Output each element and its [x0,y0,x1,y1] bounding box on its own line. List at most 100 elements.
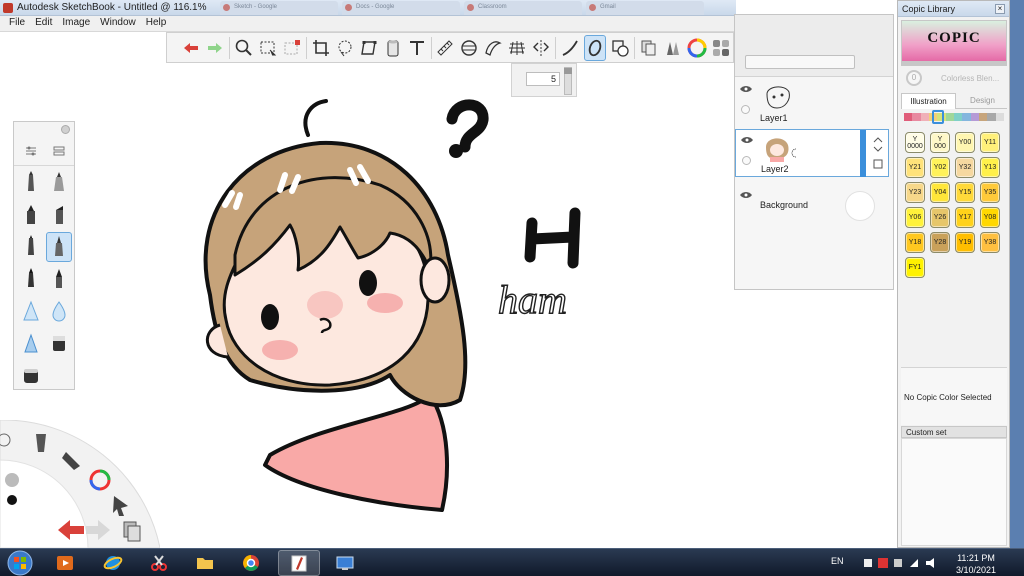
copy-icon[interactable] [637,33,661,62]
browser-tab[interactable]: Gmail [586,1,704,15]
eye-icon[interactable] [740,191,752,199]
browser-tab[interactable]: Classroom [464,1,582,15]
brush-opacity-puck-icon[interactable] [7,495,17,505]
tab-illustration[interactable]: Illustration [901,93,956,109]
brush-size-slider[interactable] [564,67,572,95]
copic-swatch[interactable]: Y06 [905,207,925,228]
copic-swatch[interactable]: Y15 [955,182,975,203]
color-family-chip[interactable] [920,113,929,121]
custom-set-header[interactable]: Custom set [901,426,1007,438]
snipping-tool-icon[interactable] [138,550,180,576]
color-family-chip[interactable] [970,113,979,121]
browser-tab[interactable]: Sketch - Google [220,1,338,15]
brush-properties-icon[interactable] [24,144,38,158]
fine-pencil-brush-icon[interactable] [46,168,72,198]
lasso-icon[interactable] [333,33,357,62]
inking-pen-brush-icon[interactable] [18,232,44,262]
copic-swatch[interactable]: Y02 [930,157,950,178]
brush-pen-icon[interactable] [18,264,44,294]
layer-select-radio[interactable] [742,156,751,165]
brush-library-icon[interactable] [52,144,66,158]
pencil-brush-icon[interactable] [18,168,44,198]
blend-mode-select[interactable] [745,55,855,69]
marker-brush-icon[interactable] [18,200,44,230]
color-family-chip[interactable] [978,113,988,121]
bucket-icon[interactable] [381,33,405,62]
crop-icon[interactable] [309,33,333,62]
color-family-chip[interactable] [962,113,971,121]
drawing-canvas[interactable]: ham [180,95,620,515]
copic-swatch[interactable]: Y18 [905,232,925,253]
layer-menu-icon[interactable] [872,134,884,174]
copic-swatch[interactable]: Y11 [980,132,1000,153]
close-icon[interactable] [61,125,70,134]
nib-pen-brush-icon[interactable] [46,264,72,294]
color-family-chip[interactable] [995,113,1004,121]
media-player-icon[interactable] [44,550,86,576]
stroke-icon[interactable] [558,33,582,62]
color-family-chip[interactable] [945,113,954,121]
remote-desktop-icon[interactable] [324,550,366,576]
layer-blend-icon[interactable] [608,33,632,62]
color-family-chip[interactable] [953,113,963,121]
tray-icons[interactable] [864,557,954,569]
airbrush-icon[interactable] [18,296,44,326]
soft-airbrush-icon[interactable] [18,328,44,358]
chrome-icon[interactable] [230,550,272,576]
color-wheel-icon[interactable] [685,33,709,62]
color-family-chip[interactable] [987,113,996,121]
internet-explorer-icon[interactable] [92,550,134,576]
color-family-chip[interactable] [904,113,913,121]
eye-icon[interactable] [740,85,752,93]
water-drop-brush-icon[interactable] [46,296,72,326]
copic-swatch[interactable]: Y 0000 [905,132,925,153]
eraser-brush-icon[interactable] [46,328,72,358]
background-color-swatch[interactable] [845,191,875,221]
brushes-icon[interactable] [661,33,685,62]
sketchbook-icon[interactable] [278,550,320,576]
menu-file[interactable]: File [4,16,30,31]
swatches-icon[interactable] [709,33,733,62]
layer-row-layer1[interactable]: Layer1 [735,79,889,127]
ruler-icon[interactable] [433,33,457,62]
hard-eraser-brush-icon[interactable] [18,360,44,390]
copic-swatch[interactable]: Y 000 [930,132,950,153]
brush-size-input[interactable]: 5 [526,72,560,86]
redo-icon[interactable] [203,33,227,62]
chisel-marker-brush-icon[interactable] [46,200,72,230]
layer-row-background[interactable]: Background [735,185,889,233]
copic-swatch[interactable]: FY1 [905,257,925,278]
copic-swatch[interactable]: Y32 [955,157,975,178]
menu-edit[interactable]: Edit [30,16,57,31]
close-icon[interactable]: × [995,4,1005,14]
select-icon[interactable] [256,33,280,62]
perspective-icon[interactable] [505,33,529,62]
copic-swatch[interactable]: Y23 [905,182,925,203]
copic-swatch[interactable]: Y04 [930,182,950,203]
color-family-strip[interactable] [904,113,1004,121]
layer-row-layer2[interactable]: Layer2 [735,129,889,177]
copic-swatch[interactable]: Y08 [980,207,1000,228]
copic-swatch[interactable]: Y17 [955,207,975,228]
browser-tab[interactable]: Docs - Google [342,1,460,15]
copic-swatch[interactable]: Y38 [980,232,1000,253]
menu-image[interactable]: Image [57,16,95,31]
menu-help[interactable]: Help [141,16,172,31]
zoom-icon[interactable] [232,33,256,62]
ellipse-guide-icon[interactable] [457,33,481,62]
copic-swatch[interactable]: Y21 [905,157,925,178]
menu-window[interactable]: Window [95,16,141,31]
ballpoint-pen-brush-icon[interactable] [46,232,72,262]
copic-swatch[interactable]: Y13 [980,157,1000,178]
color-family-selector[interactable] [932,110,944,124]
file-explorer-icon[interactable] [184,550,226,576]
tab-design[interactable]: Design [958,93,1007,109]
eye-icon[interactable] [741,136,753,144]
french-curve-icon[interactable] [481,33,505,62]
colorless-blender[interactable]: 0 Colorless Blen... [903,68,1007,90]
symmetry-icon[interactable] [529,33,553,62]
brush-size-puck-icon[interactable] [5,473,19,487]
copic-swatch[interactable]: Y26 [930,207,950,228]
color-family-chip[interactable] [912,113,921,121]
copic-swatch[interactable]: Y19 [955,232,975,253]
